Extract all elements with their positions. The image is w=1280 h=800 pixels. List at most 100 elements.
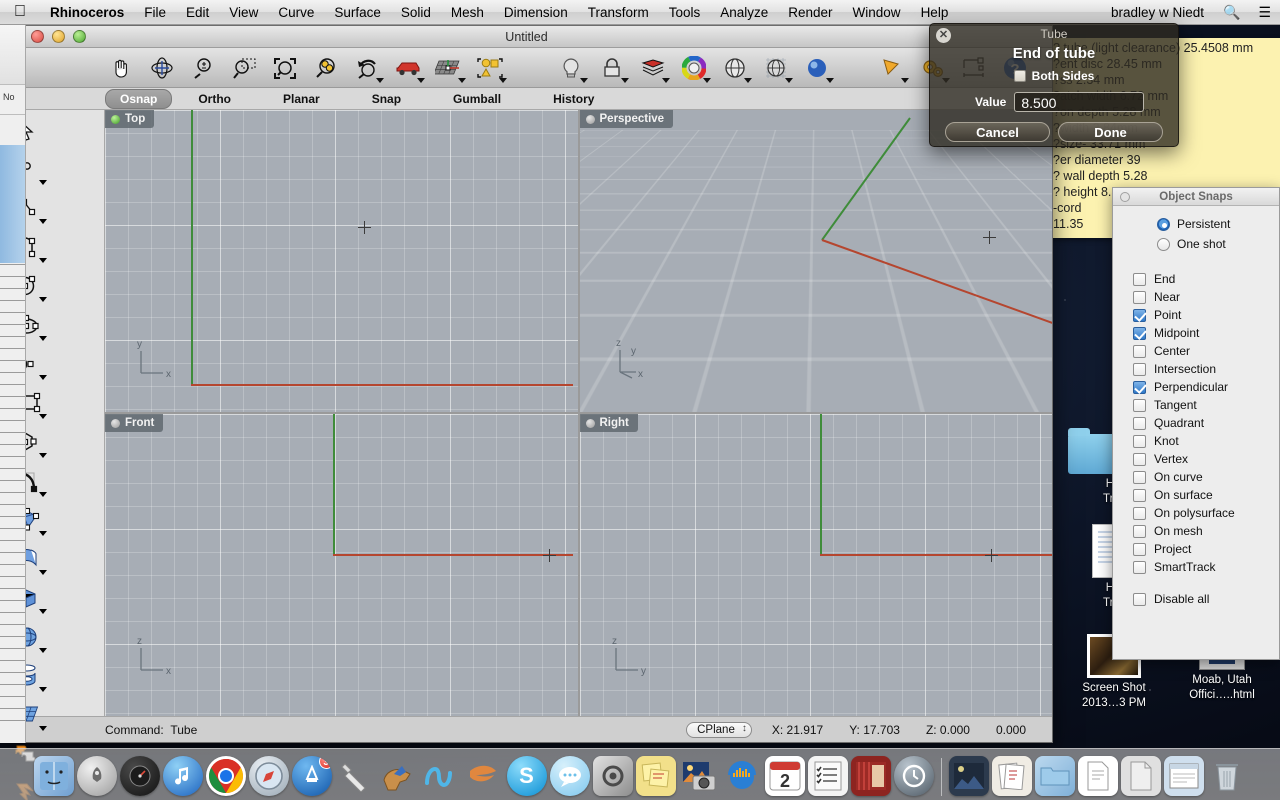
dock-trash[interactable] <box>1207 756 1247 796</box>
dock-image-capture[interactable] <box>679 756 719 796</box>
dock-chrome[interactable] <box>205 756 246 796</box>
dock-safari[interactable] <box>248 756 289 796</box>
osnap-on-polysurface[interactable]: On polysurface <box>1113 504 1279 522</box>
viewport-label-right[interactable]: Right <box>579 414 638 432</box>
osnap-center[interactable]: Center <box>1113 342 1279 360</box>
dock-audacity[interactable] <box>722 756 762 796</box>
viewport-top[interactable]: Top x y <box>105 110 578 412</box>
background-app-left-strip[interactable]: No <box>0 25 26 743</box>
status-bar[interactable]: Command: Tube CPlane X: 21.917 Y: 17.703… <box>1 716 1052 742</box>
viewport-perspective[interactable]: Perspective z y x <box>579 110 1052 412</box>
rhinoceros-window[interactable]: Untitled Osnap Ortho Planar Snap Gumball… <box>0 25 1053 800</box>
tube-dialog[interactable]: ✕ Tube End of tube Both Sides Value 8.50… <box>929 23 1179 147</box>
osnap-near[interactable]: Near <box>1113 288 1279 306</box>
checkbox-icon[interactable] <box>1133 308 1146 322</box>
menu-app-name[interactable]: Rhinoceros <box>40 5 134 20</box>
checkbox-icon[interactable] <box>1133 434 1146 448</box>
menu-edit[interactable]: Edit <box>176 5 219 20</box>
osnap-mode-group[interactable]: Persistent One shot <box>1113 206 1279 254</box>
radio-icon[interactable] <box>1157 237 1170 251</box>
lock-tool[interactable] <box>592 50 632 86</box>
search-icon[interactable]: 🔍 <box>1214 4 1249 21</box>
dock-calendar[interactable]: 2 <box>764 756 805 796</box>
color-tool[interactable] <box>674 50 714 86</box>
checkbox-icon[interactable] <box>1133 344 1146 358</box>
menu-dimension[interactable]: Dimension <box>494 5 578 20</box>
history-toggle[interactable]: History <box>553 92 594 106</box>
menu-user-name[interactable]: bradley w Niedt <box>1101 5 1214 20</box>
rendered-display-tool[interactable] <box>797 50 837 86</box>
checkbox-icon[interactable] <box>1133 542 1146 556</box>
viewport-label-perspective[interactable]: Perspective <box>579 110 674 128</box>
apple-icon[interactable]:  <box>0 4 40 20</box>
ghosted-display-tool[interactable] <box>756 50 796 86</box>
render-tool[interactable] <box>872 50 912 86</box>
radio-icon[interactable] <box>1157 217 1170 231</box>
dock-messages[interactable] <box>549 756 590 796</box>
checkbox-icon[interactable] <box>1133 416 1146 430</box>
menu-render[interactable]: Render <box>778 5 842 20</box>
checkbox-icon[interactable] <box>1133 470 1146 484</box>
checkbox-icon[interactable] <box>1133 398 1146 412</box>
osnap-end[interactable]: End <box>1113 270 1279 288</box>
close-icon[interactable]: ✕ <box>936 28 951 43</box>
named-views-tool[interactable] <box>388 50 428 86</box>
osnap-intersection[interactable]: Intersection <box>1113 360 1279 378</box>
dock-dashboard[interactable] <box>119 756 160 796</box>
menu-surface[interactable]: Surface <box>324 5 391 20</box>
checkbox-icon[interactable] <box>1133 326 1146 340</box>
minimize-button[interactable] <box>52 30 65 43</box>
mac-menu-bar[interactable]:  Rhinoceros File Edit View Curve Surfac… <box>0 0 1280 25</box>
osnap-on-mesh[interactable]: On mesh <box>1113 522 1279 540</box>
checkbox-icon[interactable] <box>1013 70 1026 82</box>
viewport-label-front[interactable]: Front <box>105 414 164 432</box>
zoom-selected-tool[interactable] <box>306 50 346 86</box>
dialog-buttons[interactable]: Cancel Done <box>930 122 1178 142</box>
menu-transform[interactable]: Transform <box>578 5 659 20</box>
value-row[interactable]: Value 8.500 <box>930 92 1178 112</box>
osnap-midpoint[interactable]: Midpoint <box>1113 324 1279 342</box>
menu-help[interactable]: Help <box>911 5 959 20</box>
menu-view[interactable]: View <box>219 5 268 20</box>
dock-app-store[interactable]: 3 <box>291 756 332 796</box>
top-toolbar[interactable]: ? <box>1 48 1052 88</box>
dock-rhinoceros[interactable] <box>378 756 418 796</box>
viewport-right[interactable]: Right y z <box>579 414 1052 716</box>
checkbox-icon[interactable] <box>1133 272 1146 286</box>
checkbox-icon[interactable] <box>1133 560 1146 574</box>
osnap-knot[interactable]: Knot <box>1113 432 1279 450</box>
planar-toggle[interactable]: Planar <box>283 92 320 106</box>
dock-skype[interactable]: S <box>506 756 547 796</box>
both-sides-row[interactable]: Both Sides <box>930 69 1178 83</box>
checkbox-icon[interactable] <box>1133 452 1146 466</box>
viewport-front[interactable]: Front x z <box>105 414 578 716</box>
cancel-button[interactable]: Cancel <box>945 122 1050 142</box>
menu-window[interactable]: Window <box>843 5 911 20</box>
checkbox-icon[interactable] <box>1133 488 1146 502</box>
checkbox-icon[interactable] <box>1133 380 1146 394</box>
osnap-checkbox-group[interactable]: End Near Point Midpoint Center Intersect… <box>1113 254 1279 608</box>
zoom-extents-tool[interactable] <box>265 50 305 86</box>
menu-tools[interactable]: Tools <box>659 5 711 20</box>
dock-file-doc[interactable] <box>1077 756 1118 796</box>
osnap-smarttrack[interactable]: SmartTrack <box>1113 558 1279 576</box>
rotate-view-tool[interactable] <box>142 50 182 86</box>
osnap-vertex[interactable]: Vertex <box>1113 450 1279 468</box>
menu-mesh[interactable]: Mesh <box>441 5 494 20</box>
osnap-perpendicular[interactable]: Perpendicular <box>1113 378 1279 396</box>
dock-documents-stack[interactable] <box>948 756 989 796</box>
checkbox-icon[interactable] <box>1133 524 1146 538</box>
dock-reminders[interactable] <box>807 756 848 796</box>
dock-time-machine[interactable] <box>893 756 934 796</box>
select-objects-tool[interactable] <box>470 50 510 86</box>
osnap-toggle[interactable]: Osnap <box>105 88 173 109</box>
value-input[interactable]: 8.500 <box>1014 92 1145 112</box>
dock-launchpad[interactable] <box>76 756 117 796</box>
dock[interactable]: 3 S 2 <box>0 748 1280 800</box>
command-line[interactable]: Command: Tube <box>105 723 197 737</box>
snap-toggle[interactable]: Snap <box>372 92 401 106</box>
gumball-toggle[interactable]: Gumball <box>453 92 501 106</box>
dock-browser-win[interactable] <box>1163 756 1204 796</box>
osnap-disable-all[interactable]: Disable all <box>1113 590 1279 608</box>
dock-folder-1[interactable] <box>1034 756 1075 796</box>
